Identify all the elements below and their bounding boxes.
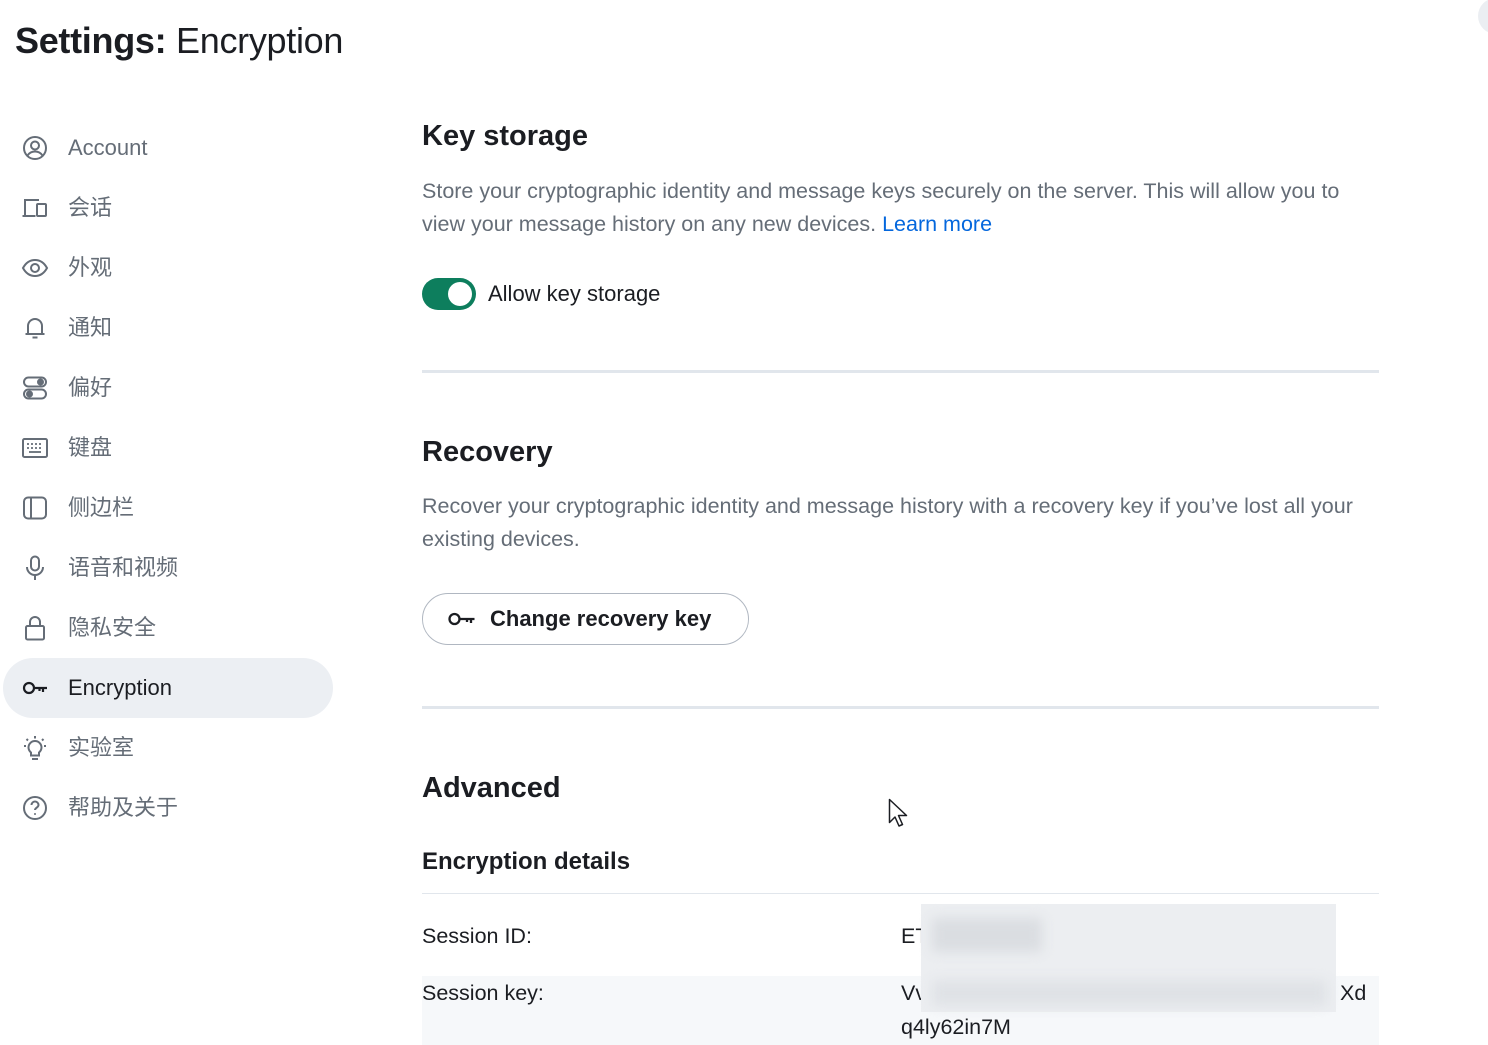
allow-key-storage-label: Allow key storage (488, 281, 661, 306)
settings-sidebar: Account 会话 外观 通知 偏好 键盘 侧边栏 语音和视频 隐私安全 En… (0, 118, 340, 838)
sidebar-item-keyboard[interactable]: 键盘 (3, 418, 333, 478)
session-key-value-line2: q4ly62in7M (901, 1015, 1011, 1039)
details-divider (422, 893, 1379, 894)
sidebar-item-help-about[interactable]: 帮助及关于 (3, 778, 333, 838)
session-key-value-end: Xd (1340, 981, 1367, 1005)
settings-page: Settings: Encryption Account 会话 外观 通知 偏好… (0, 0, 1488, 1045)
sidebar-item-label: Account (68, 135, 148, 160)
key-icon (447, 609, 477, 629)
sidebar-item-label: 帮助及关于 (68, 795, 179, 820)
sidebar-item-label: 会话 (68, 195, 113, 220)
sidebar-item-notifications[interactable]: 通知 (3, 298, 333, 358)
sidebar-item-label: 实验室 (68, 735, 135, 760)
mouse-cursor-icon (888, 798, 908, 827)
sidebar-item-label: Encryption (68, 675, 172, 700)
advanced-title: Advanced (422, 772, 561, 804)
change-recovery-key-button[interactable]: Change recovery key (422, 593, 749, 645)
allow-key-storage-toggle[interactable] (422, 278, 476, 310)
key-storage-title: Key storage (422, 120, 589, 152)
sidebar-item-privacy-security[interactable]: 隐私安全 (3, 598, 333, 658)
sidebar-item-sidebar[interactable]: 侧边栏 (3, 478, 333, 538)
microphone-icon (21, 555, 49, 581)
page-title-section: Encryption (176, 20, 344, 61)
preferences-icon (21, 375, 49, 401)
sidebar-icon (21, 495, 49, 521)
eye-icon (21, 255, 49, 281)
sidebar-item-label: 语音和视频 (68, 555, 179, 580)
section-divider (422, 706, 1379, 709)
sidebar-item-label: 外观 (68, 255, 113, 280)
section-divider (422, 370, 1379, 373)
sidebar-item-preferences[interactable]: 偏好 (3, 358, 333, 418)
page-title: Settings: Encryption (15, 18, 343, 64)
redaction-blur (932, 980, 1327, 1006)
allow-key-storage-row: Allow key storage (422, 278, 660, 310)
lightbulb-icon (21, 735, 49, 761)
sidebar-item-appearance[interactable]: 外观 (3, 238, 333, 298)
page-title-prefix: Settings: (15, 20, 167, 61)
key-storage-description: Store your cryptographic identity and me… (422, 175, 1379, 241)
sidebar-item-sessions[interactable]: 会话 (3, 178, 333, 238)
sidebar-item-labs[interactable]: 实验室 (3, 718, 333, 778)
key-storage-description-text: Store your cryptographic identity and me… (422, 179, 1340, 236)
change-recovery-key-label: Change recovery key (490, 606, 712, 631)
close-button[interactable] (1478, 0, 1488, 34)
bell-icon (21, 315, 49, 341)
keyboard-icon (21, 435, 49, 461)
sidebar-item-label: 通知 (68, 315, 113, 340)
recovery-description: Recover your cryptographic identity and … (422, 494, 1353, 551)
toggle-knob (448, 282, 472, 306)
user-circle-icon (21, 135, 49, 161)
key-icon (21, 675, 49, 701)
recovery-title: Recovery (422, 436, 553, 468)
sidebar-item-encryption[interactable]: Encryption (3, 658, 333, 718)
sidebar-item-label: 键盘 (68, 435, 113, 460)
sidebar-item-label: 偏好 (68, 375, 113, 400)
sidebar-item-label: 隐私安全 (68, 615, 157, 640)
session-id-label: Session ID: (422, 924, 532, 948)
lock-icon (21, 615, 49, 641)
help-icon (21, 795, 49, 821)
learn-more-link[interactable]: Learn more (882, 212, 992, 236)
devices-icon (21, 195, 49, 221)
sidebar-item-voice-video[interactable]: 语音和视频 (3, 538, 333, 598)
redaction-blur (932, 918, 1042, 952)
sidebar-item-account[interactable]: Account (3, 118, 333, 178)
session-key-label: Session key: (422, 981, 544, 1005)
sidebar-item-label: 侧边栏 (68, 495, 135, 520)
encryption-details-title: Encryption details (422, 848, 631, 875)
